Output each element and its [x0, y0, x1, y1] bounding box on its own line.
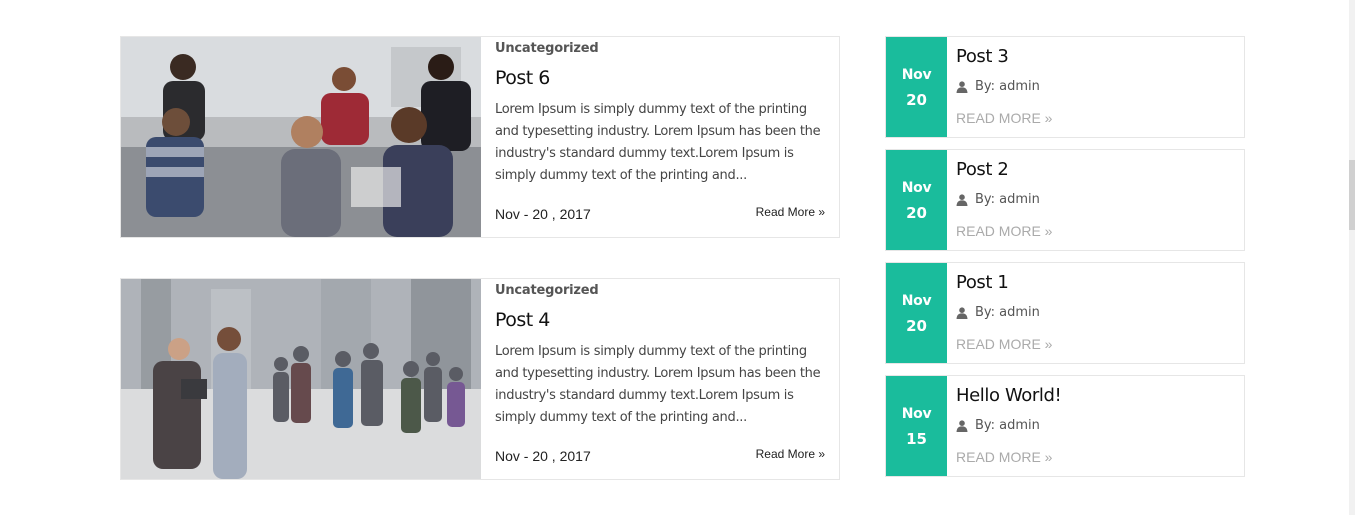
date-day: 20	[906, 317, 927, 335]
post-date: Nov - 20 , 2017	[495, 206, 591, 222]
page-scrollbar[interactable]	[1349, 0, 1355, 515]
business-people-walking-photo	[121, 279, 481, 479]
recent-post-title[interactable]: Post 2	[956, 159, 1009, 180]
recent-post-title[interactable]: Post 1	[956, 272, 1009, 293]
date-month: Nov	[901, 293, 932, 309]
author-label: By: admin	[975, 192, 1040, 207]
post-author: By: admin	[956, 79, 1040, 94]
post-title[interactable]: Post 6	[495, 67, 550, 89]
recent-post-title[interactable]: Post 3	[956, 46, 1009, 67]
user-icon	[956, 80, 968, 93]
date-badge: Nov 15	[886, 376, 947, 476]
post-excerpt: Lorem Ipsum is simply dummy text of the …	[495, 102, 821, 183]
recent-post-item: Nov 20 Post 1 By: admin READ MORE »	[885, 262, 1245, 364]
post-category[interactable]: Uncategorized	[495, 283, 599, 298]
post-title[interactable]: Post 4	[495, 309, 550, 331]
author-label: By: admin	[975, 79, 1040, 94]
date-month: Nov	[901, 406, 932, 422]
recent-post-item: Nov 20 Post 3 By: admin READ MORE »	[885, 36, 1245, 138]
date-badge: Nov 20	[886, 150, 947, 250]
read-more-link[interactable]: Read More »	[756, 205, 825, 219]
date-day: 20	[906, 91, 927, 109]
user-icon	[956, 193, 968, 206]
post-body: Uncategorized Post 6 Lorem Ipsum is simp…	[495, 37, 825, 237]
recent-post-title[interactable]: Hello World!	[956, 385, 1062, 406]
author-label: By: admin	[975, 305, 1040, 320]
post-author: By: admin	[956, 305, 1040, 320]
scrollbar-thumb[interactable]	[1349, 160, 1355, 230]
read-more-link[interactable]: READ MORE »	[956, 223, 1052, 239]
post-excerpt: Lorem Ipsum is simply dummy text of the …	[495, 344, 821, 425]
user-icon	[956, 306, 968, 319]
date-day: 15	[906, 430, 927, 448]
read-more-link[interactable]: READ MORE »	[956, 110, 1052, 126]
date-day: 20	[906, 204, 927, 222]
date-badge: Nov 20	[886, 263, 947, 363]
post-category[interactable]: Uncategorized	[495, 41, 599, 56]
post-body: Uncategorized Post 4 Lorem Ipsum is simp…	[495, 279, 825, 479]
post-author: By: admin	[956, 418, 1040, 433]
recent-post-item: Nov 15 Hello World! By: admin READ MORE …	[885, 375, 1245, 477]
post-card: Uncategorized Post 4 Lorem Ipsum is simp…	[120, 278, 840, 480]
author-label: By: admin	[975, 418, 1040, 433]
read-more-link[interactable]: READ MORE »	[956, 449, 1052, 465]
read-more-link[interactable]: Read More »	[756, 447, 825, 461]
post-thumbnail[interactable]	[121, 37, 481, 237]
post-date: Nov - 20 , 2017	[495, 448, 591, 464]
date-month: Nov	[901, 67, 932, 83]
date-badge: Nov 20	[886, 37, 947, 137]
post-thumbnail[interactable]	[121, 279, 481, 479]
user-icon	[956, 419, 968, 432]
post-author: By: admin	[956, 192, 1040, 207]
recent-post-item: Nov 20 Post 2 By: admin READ MORE »	[885, 149, 1245, 251]
office-meeting-photo	[121, 37, 481, 237]
post-card: Uncategorized Post 6 Lorem Ipsum is simp…	[120, 36, 840, 238]
read-more-link[interactable]: READ MORE »	[956, 336, 1052, 352]
date-month: Nov	[901, 180, 932, 196]
